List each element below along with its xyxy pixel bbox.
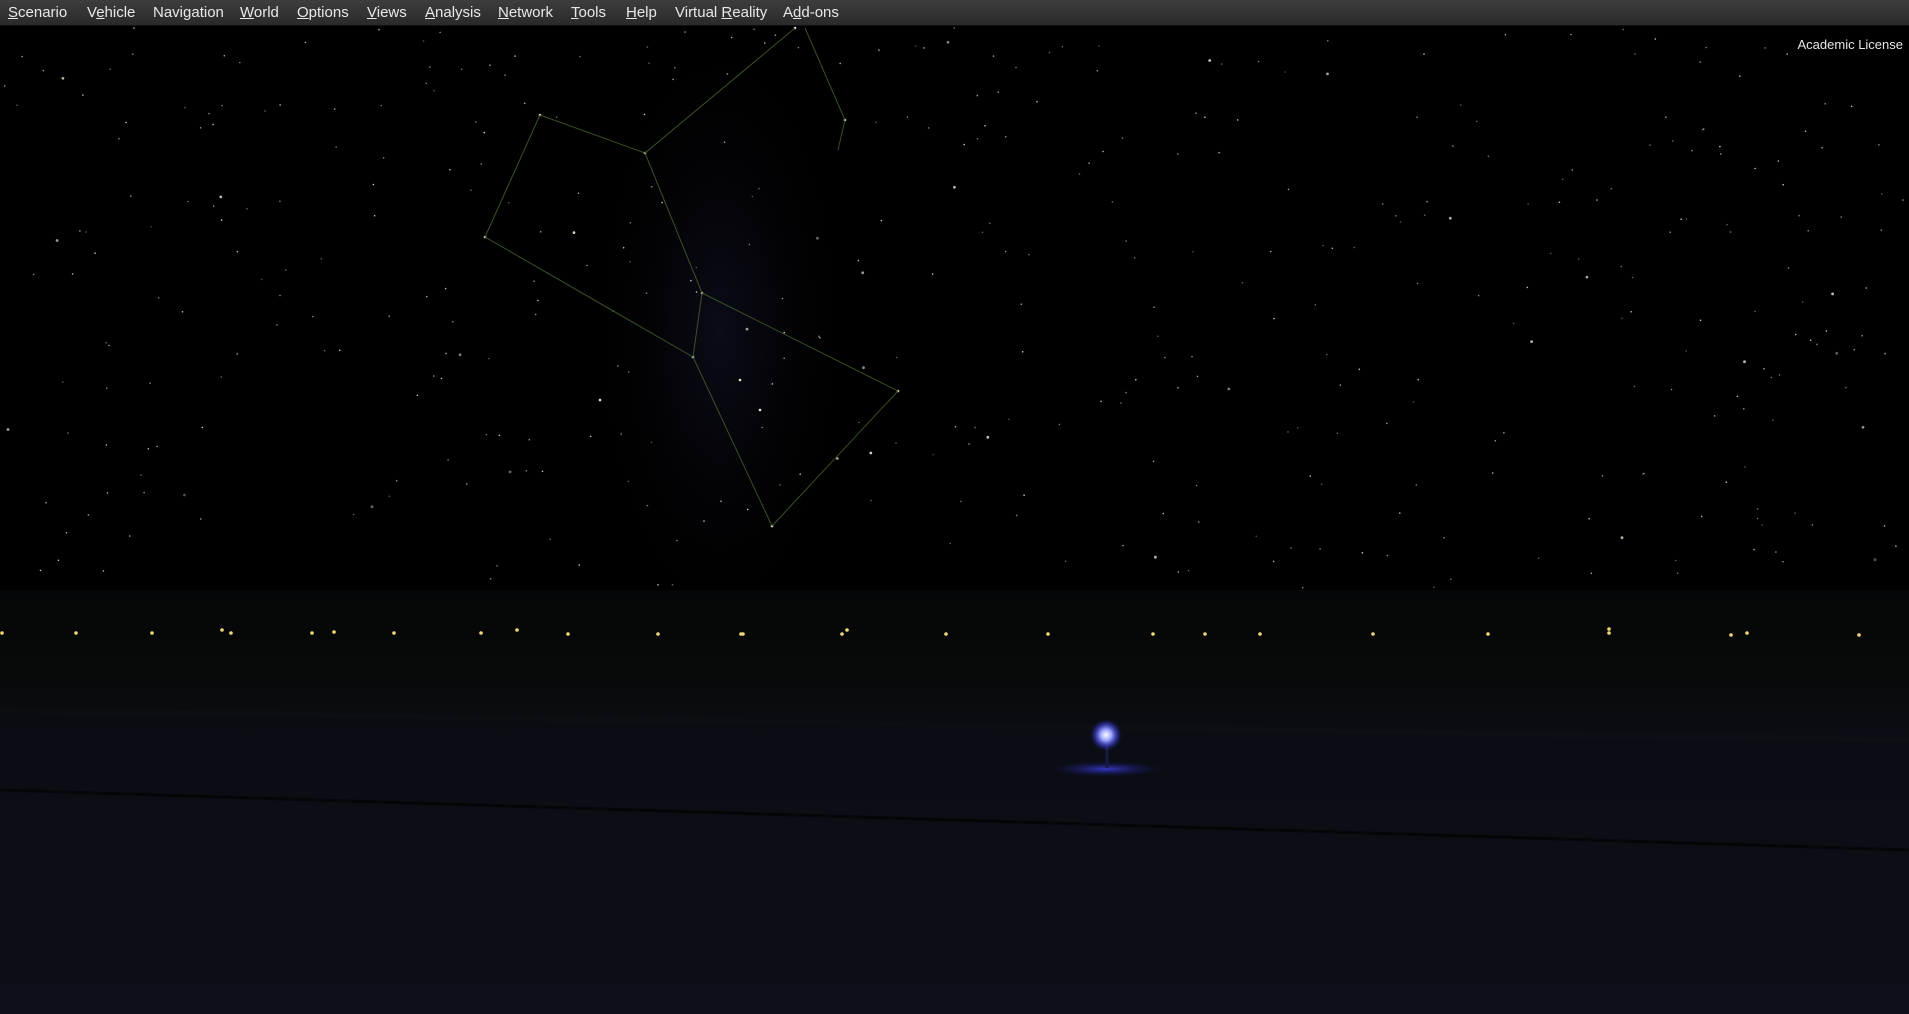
runway-light: [1203, 632, 1207, 636]
menu-world[interactable]: World: [240, 3, 279, 22]
3d-viewport[interactable]: [0, 0, 1909, 1014]
runway-light: [515, 628, 519, 632]
runway-light: [1745, 631, 1749, 635]
runway-light: [332, 630, 336, 634]
runway-light: [479, 631, 483, 635]
menu-add-ons[interactable]: Add-ons: [783, 3, 839, 22]
runway-light: [392, 631, 396, 635]
menu-vehicle[interactable]: Vehicle: [87, 3, 135, 22]
runway-light: [310, 631, 314, 635]
menu-tools[interactable]: Tools: [571, 3, 606, 22]
menu-help[interactable]: Help: [626, 3, 657, 22]
runway-light: [840, 632, 844, 636]
runway-light: [0, 631, 4, 635]
runway-light: [1258, 632, 1262, 636]
runway-light: [1046, 632, 1050, 636]
menu-views[interactable]: Views: [367, 3, 407, 22]
runway-light: [74, 631, 78, 635]
menu-network[interactable]: Network: [498, 3, 553, 22]
menu-bar: Scenario Vehicle Navigation World Options Vie…: [0, 0, 1909, 26]
milky-way-band: [580, 0, 860, 660]
runway-light: [566, 632, 570, 636]
runway-light: [150, 631, 154, 635]
runway-light: [1607, 627, 1611, 631]
license-label: Academic License: [1797, 37, 1904, 52]
runway-light: [656, 632, 660, 636]
runway-light: [944, 632, 948, 636]
menu-virtual-reality[interactable]: Virtual Reality: [675, 3, 767, 22]
ground-plane: [0, 590, 1909, 1014]
menu-analysis[interactable]: Analysis: [425, 3, 481, 22]
runway-light: [220, 628, 224, 632]
runway-light: [845, 628, 849, 632]
menu-scenario[interactable]: Scenario: [8, 3, 67, 22]
runway-light: [229, 631, 233, 635]
runway-light: [1857, 633, 1861, 637]
runway-light: [1371, 632, 1375, 636]
runway-light: [1729, 633, 1733, 637]
runway-light: [1151, 632, 1155, 636]
runway-light: [1607, 631, 1611, 635]
runway-light: [741, 632, 745, 636]
menu-navigation[interactable]: Navigation: [153, 3, 224, 22]
runway-light: [1486, 632, 1490, 636]
menu-options[interactable]: Options: [297, 3, 349, 22]
